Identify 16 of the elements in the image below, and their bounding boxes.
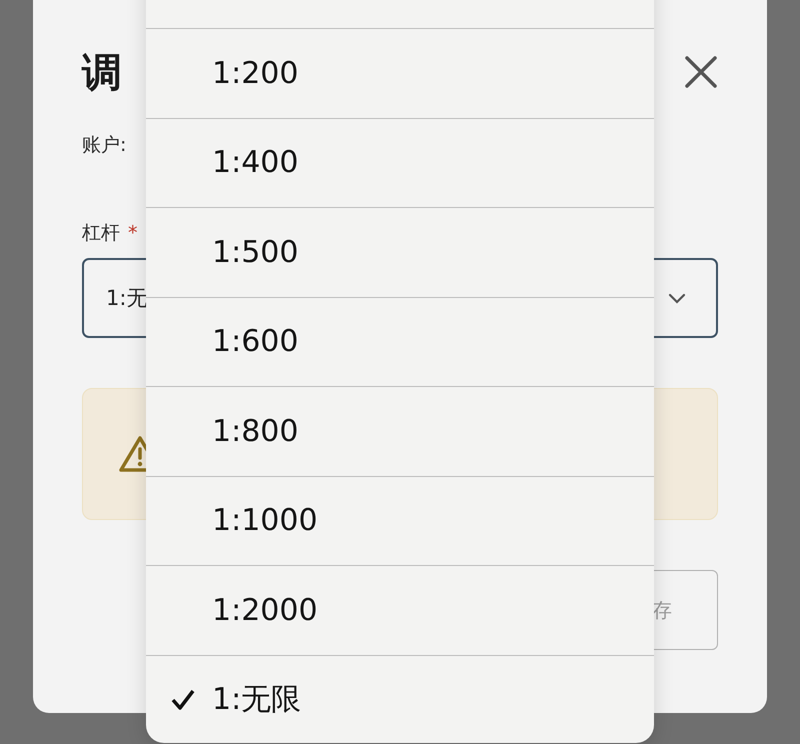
warning-icon [118,435,146,473]
menu-option[interactable]: 1:无限 [146,654,654,744]
chevron-down-icon [668,292,686,304]
menu-option[interactable]: 1:500 [146,207,654,296]
close-icon [684,55,718,89]
menu-option[interactable]: 1:400 [146,118,654,207]
close-button[interactable] [684,55,718,89]
menu-option[interactable]: 1:800 [146,386,654,476]
required-mark: * [128,222,138,244]
menu-option[interactable]: 1:2000 [146,565,654,654]
leverage-label: 杠杆 [82,221,120,246]
dialog-title: 调 [82,48,122,98]
account-label: 账户: [82,133,126,158]
menu-option[interactable]: 1:1000 [146,476,654,565]
menu-option[interactable]: 1:600 [146,296,654,386]
menu-option[interactable]: 1:200 [146,28,654,118]
